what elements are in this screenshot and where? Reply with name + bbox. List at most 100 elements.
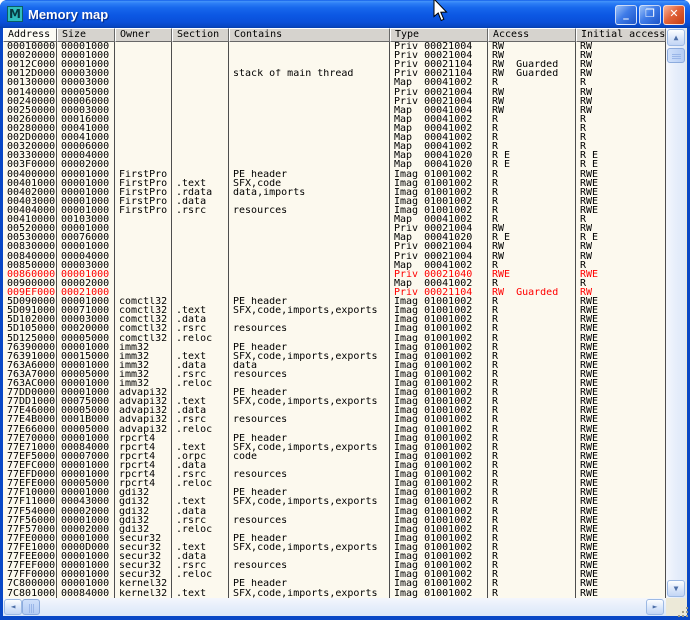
column-header-address[interactable]: Address xyxy=(3,28,57,42)
table-row[interactable]: 77FF000000001000secur32.relocImag 010010… xyxy=(3,570,666,579)
table-row[interactable]: 77F5700000002000gdi32.relocImag 01001002… xyxy=(3,525,666,534)
table-row[interactable]: 0028000000041000Map 00041002RR xyxy=(3,124,666,133)
resize-grip[interactable] xyxy=(666,598,687,616)
cell-owner: FirstPro xyxy=(115,197,172,206)
table-row[interactable]: 0002000000001000Priv 00021004RWRW xyxy=(3,51,666,60)
table-row[interactable]: 77E4B0000001B000advapi32.rsrcresourcesIm… xyxy=(3,415,666,424)
table-row[interactable]: 77DD000000001000advapi32PE headerImag 01… xyxy=(3,388,666,397)
column-header-access[interactable]: Access xyxy=(488,28,576,42)
table-row[interactable]: 7C80100000084000kernel32.textSFX,code,im… xyxy=(3,589,666,598)
table-row[interactable]: 0085000000003000Map 00041002RR xyxy=(3,261,666,270)
scroll-up-button[interactable]: ▲ xyxy=(667,29,685,46)
table-row[interactable]: 77FE10000000D000secur32.textSFX,code,imp… xyxy=(3,543,666,552)
scroll-down-button[interactable]: ▼ xyxy=(667,580,685,597)
table-row[interactable]: 0026000000016000Map 00041002RR xyxy=(3,115,666,124)
table-row[interactable]: 0083000000001000Priv 00021004RWRW xyxy=(3,242,666,251)
table-row[interactable]: 0041000000103000Map 00041002RR xyxy=(3,215,666,224)
table-row[interactable]: 0090000000002000Map 00041002RR xyxy=(3,279,666,288)
table-row[interactable]: 0013000000003000Map 00041002RR xyxy=(3,78,666,87)
cell-access: R xyxy=(488,142,576,151)
table-row[interactable]: 0053000000076000Map 00041020R ER E xyxy=(3,233,666,242)
table-row[interactable]: 77FE000000001000secur32PE headerImag 010… xyxy=(3,534,666,543)
table-row[interactable]: 763A600000001000imm32.datadataImag 01001… xyxy=(3,361,666,370)
cell-initial-access: RWE xyxy=(576,425,666,434)
table-row[interactable]: 0086000000001000Priv 00021040RWERWE xyxy=(3,270,666,279)
table-row[interactable]: 77DD100000075000advapi32.textSFX,code,im… xyxy=(3,397,666,406)
minimize-button[interactable]: _ xyxy=(615,5,637,25)
table-row[interactable]: 5D10500000020000comctl32.rsrcresourcesIm… xyxy=(3,324,666,333)
table-row[interactable]: 77EFC00000001000rpcrt4.dataImag 01001002… xyxy=(3,461,666,470)
table-row[interactable]: 003F000000002000Map 00041020R ER E xyxy=(3,160,666,169)
table-row[interactable]: 77F5600000001000gdi32.rsrcresourcesImag … xyxy=(3,516,666,525)
table-row[interactable]: 77E6600000005000advapi32.relocImag 01001… xyxy=(3,425,666,434)
table-row[interactable]: 7639100000015000imm32.textSFX,code,impor… xyxy=(3,352,666,361)
table-row[interactable]: 0040000000001000FirstProPE headerImag 01… xyxy=(3,170,666,179)
horizontal-scroll-thumb[interactable] xyxy=(22,599,40,615)
table-row[interactable]: 77FEF00000001000secur32.rsrcresourcesIma… xyxy=(3,561,666,570)
title-bar[interactable]: M Memory map _ ❐ ✕ xyxy=(0,0,690,28)
cell-section xyxy=(172,69,229,78)
vertical-scrollbar[interactable]: ▲ ▼ xyxy=(666,28,686,598)
scroll-right-button[interactable]: ► xyxy=(646,599,664,615)
horizontal-scrollbar[interactable]: ◄ ► xyxy=(3,598,666,616)
column-header-size[interactable]: Size xyxy=(57,28,115,42)
cell-initial-access: R xyxy=(576,279,666,288)
table-row[interactable]: 77E7000000001000rpcrt4PE headerImag 0100… xyxy=(3,434,666,443)
table-row[interactable]: 7639000000001000imm32PE headerImag 01001… xyxy=(3,343,666,352)
table-row[interactable]: 77FEE00000001000secur32.dataImag 0100100… xyxy=(3,552,666,561)
table-row[interactable]: 0032000000006000Map 00041002RR xyxy=(3,142,666,151)
column-header-contains[interactable]: Contains xyxy=(229,28,390,42)
cell-access: R xyxy=(488,188,576,197)
table-row[interactable]: 002D000000041000Map 00041002RR xyxy=(3,133,666,142)
table-row[interactable]: 0024000000006000Priv 00021004RWRW xyxy=(3,97,666,106)
table-row[interactable]: 0014000000005000Priv 00021004RWRW xyxy=(3,88,666,97)
column-header-owner[interactable]: Owner xyxy=(115,28,172,42)
table-row[interactable]: 77EFE00000005000rpcrt4.relocImag 0100100… xyxy=(3,479,666,488)
table-row[interactable]: 0040400000001000FirstPro.rsrcresourcesIm… xyxy=(3,206,666,215)
column-header-initial-access[interactable]: Initial access xyxy=(576,28,666,42)
table-row[interactable]: 0001000000001000Priv 00021004RWRW xyxy=(3,42,666,51)
maximize-button[interactable]: ❐ xyxy=(639,5,661,25)
memory-map-icon: M xyxy=(7,6,23,22)
table-row[interactable]: 763A700000005000imm32.rsrcresourcesImag … xyxy=(3,370,666,379)
table-row[interactable]: 77E7100000084000rpcrt4.textSFX,code,impo… xyxy=(3,443,666,452)
table-row[interactable]: 0052000000001000Priv 00021004RWRW xyxy=(3,224,666,233)
table-row[interactable]: 77F1000000001000gdi32PE headerImag 01001… xyxy=(3,488,666,497)
table-row[interactable]: 0033000000004000Map 00041020R ER E xyxy=(3,151,666,160)
cell-access: R xyxy=(488,388,576,397)
table-row[interactable]: 0084000000004000Priv 00021004RWRW xyxy=(3,252,666,261)
close-button[interactable]: ✕ xyxy=(663,5,685,25)
table-row[interactable]: 763AC00000001000imm32.relocImag 01001002… xyxy=(3,379,666,388)
table-row[interactable]: 77E4600000005000advapi32.dataImag 010010… xyxy=(3,406,666,415)
cell-address: 77E66000 xyxy=(3,425,57,434)
table-row[interactable]: 0025000000003000Map 00041004RWRW xyxy=(3,106,666,115)
table-row[interactable]: 77F5400000002000gdi32.dataImag 01001002R… xyxy=(3,507,666,516)
column-header-type[interactable]: Type xyxy=(390,28,488,42)
table-row[interactable]: 0040100000001000FirstPro.textSFX,codeIma… xyxy=(3,179,666,188)
cell-type: Imag 01001002 xyxy=(390,370,488,379)
table-row[interactable]: 5D09000000001000comctl32PE headerImag 01… xyxy=(3,297,666,306)
table-row[interactable]: 77EFD00000001000rpcrt4.rsrcresourcesImag… xyxy=(3,470,666,479)
scroll-left-button[interactable]: ◄ xyxy=(4,599,22,615)
table-row[interactable]: 009EF00000021000Priv 00021104RW GuardedR… xyxy=(3,288,666,297)
table-row[interactable]: 0012D00000003000stack of main threadPriv… xyxy=(3,69,666,78)
table-row[interactable]: 0040300000001000FirstPro.dataImag 010010… xyxy=(3,197,666,206)
cell-type: Imag 01001002 xyxy=(390,434,488,443)
vertical-scroll-thumb[interactable] xyxy=(667,48,685,63)
table-row[interactable]: 77EF500000007000rpcrt4.orpccodeImag 0100… xyxy=(3,452,666,461)
cell-access: R E xyxy=(488,160,576,169)
table-row[interactable]: 0012C00000001000Priv 00021104RW GuardedR… xyxy=(3,60,666,69)
cell-size: 00071000 xyxy=(57,306,115,315)
column-header-section[interactable]: Section xyxy=(172,28,229,42)
table-row[interactable]: 5D10200000003000comctl32.dataImag 010010… xyxy=(3,315,666,324)
table-row[interactable]: 77F1100000043000gdi32.textSFX,code,impor… xyxy=(3,497,666,506)
cell-owner: comctl32 xyxy=(115,324,172,333)
table-row[interactable]: 5D12500000005000comctl32.relocImag 01001… xyxy=(3,334,666,343)
table-row[interactable]: 0040200000001000FirstPro.rdatadata,impor… xyxy=(3,188,666,197)
table-row[interactable]: 7C80000000001000kernel32PE headerImag 01… xyxy=(3,579,666,588)
table-row[interactable]: 5D09100000071000comctl32.textSFX,code,im… xyxy=(3,306,666,315)
cell-size: 00001000 xyxy=(57,197,115,206)
cell-address: 77E46000 xyxy=(3,406,57,415)
cell-size: 00001000 xyxy=(57,179,115,188)
cell-type: Imag 01001002 xyxy=(390,406,488,415)
